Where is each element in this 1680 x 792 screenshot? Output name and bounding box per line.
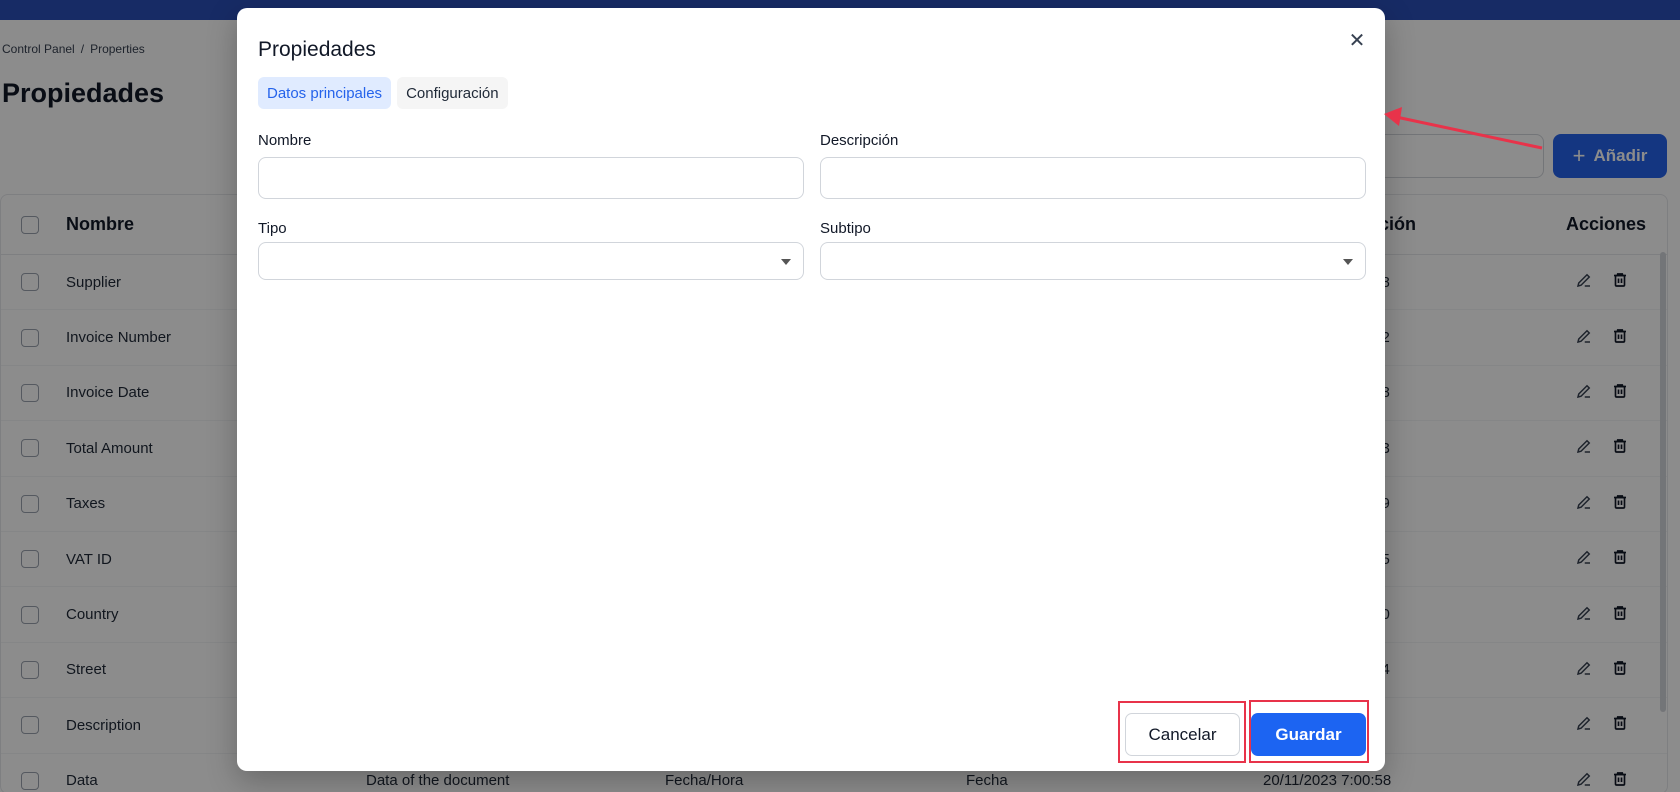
description-label: Descripción xyxy=(820,132,899,149)
tab-datos-principales[interactable]: Datos principales xyxy=(258,77,392,109)
tab-configuracion[interactable]: Configuración xyxy=(397,77,508,109)
description-field[interactable] xyxy=(820,157,1366,199)
name-field[interactable] xyxy=(258,157,804,199)
close-icon[interactable]: ✕ xyxy=(1345,28,1369,52)
save-highlight-box xyxy=(1249,700,1369,763)
subtype-select[interactable] xyxy=(820,242,1366,280)
chevron-down-icon xyxy=(781,259,791,265)
type-label: Tipo xyxy=(258,220,287,237)
name-label: Nombre xyxy=(258,132,312,149)
modal-tabs: Datos principales Configuración xyxy=(258,77,508,109)
cancel-highlight-box xyxy=(1118,701,1246,763)
properties-modal: Propiedades ✕ Datos principales Configur… xyxy=(237,8,1385,771)
chevron-down-icon xyxy=(1343,259,1353,265)
subtype-label: Subtipo xyxy=(820,220,871,237)
modal-title: Propiedades xyxy=(258,38,376,61)
type-select[interactable] xyxy=(258,242,804,280)
